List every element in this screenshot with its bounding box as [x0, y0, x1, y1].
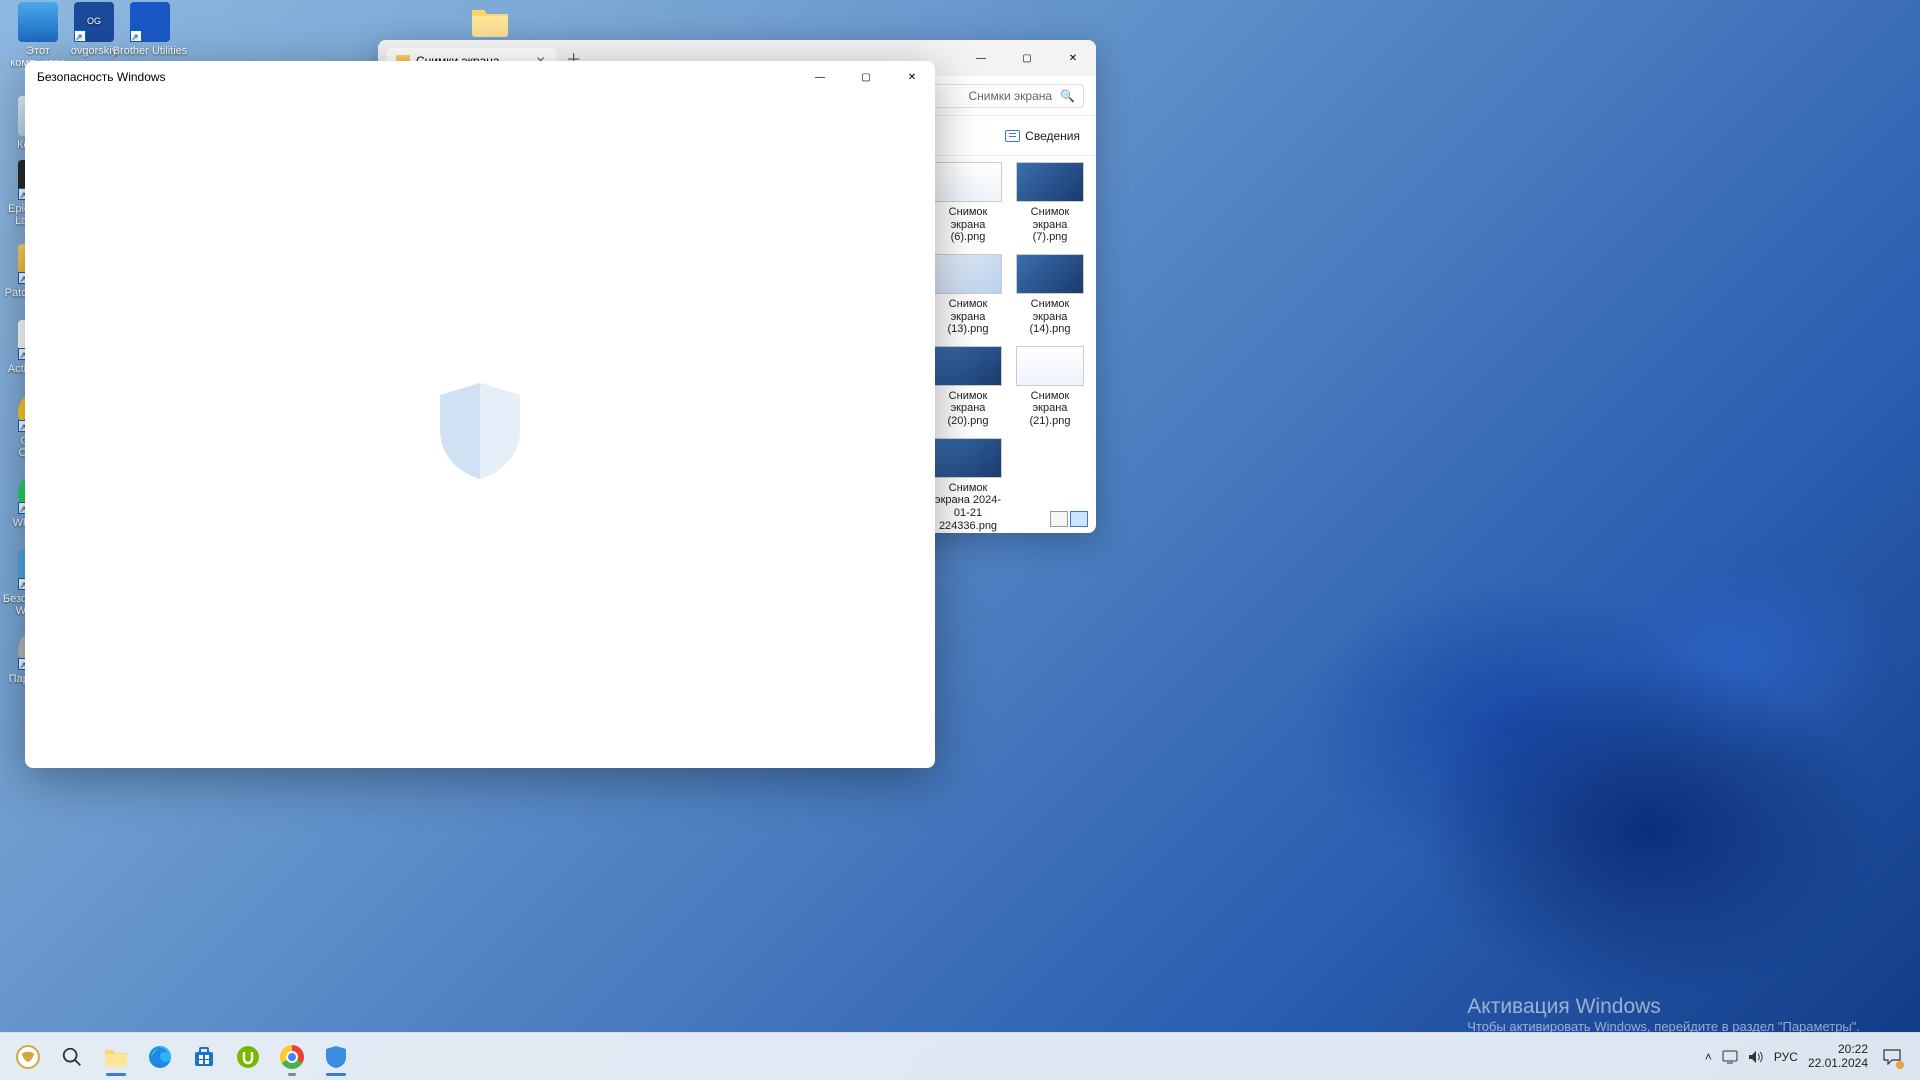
taskbar-edge[interactable] — [140, 1037, 180, 1077]
taskbar[interactable]: ˄ РУС 20:22 22.01.2024 — [0, 1032, 1920, 1080]
taskbar-file-explorer[interactable] — [96, 1037, 136, 1077]
file-item[interactable]: Снимок экрана (14).png — [1014, 254, 1086, 336]
desktop-open-folder[interactable] — [470, 4, 510, 38]
wsec-body — [25, 93, 935, 768]
file-name: Снимок экрана (20).png — [932, 390, 1004, 428]
label: ovgorskiy — [71, 45, 117, 57]
tray-chevron-icon[interactable]: ˄ — [1705, 1050, 1712, 1064]
taskbar-utorrent[interactable] — [228, 1037, 268, 1077]
start-button[interactable] — [8, 1037, 48, 1077]
activation-watermark: Активация Windows Чтобы активировать Win… — [1467, 995, 1860, 1034]
file-thumbnail — [934, 254, 1002, 294]
watermark-title: Активация Windows — [1467, 995, 1860, 1019]
tray-date: 22.01.2024 — [1808, 1057, 1868, 1071]
file-name: Снимок экрана (7).png — [1014, 206, 1086, 244]
desktop: Этот компьютер OG ovgorskiy Brother Util… — [0, 0, 1920, 1080]
search-placeholder: Снимки экрана — [968, 89, 1052, 103]
tray-monitor-icon[interactable] — [1722, 1050, 1738, 1064]
system-tray[interactable]: ˄ РУС 20:22 22.01.2024 — [1705, 1043, 1914, 1071]
file-thumbnail — [1016, 346, 1084, 386]
taskbar-store[interactable] — [184, 1037, 224, 1077]
wsec-minimize-button[interactable]: — — [797, 61, 843, 93]
file-item[interactable]: Снимок экрана (20).png — [932, 346, 1004, 428]
file-thumbnail — [934, 346, 1002, 386]
tray-language[interactable]: РУС — [1774, 1050, 1798, 1064]
tray-clock[interactable]: 20:22 22.01.2024 — [1808, 1043, 1868, 1071]
file-item[interactable]: Снимок экрана (13).png — [932, 254, 1004, 336]
desktop-icon-brother[interactable]: Brother Utilities — [112, 2, 188, 57]
view-thumbnails-button[interactable] — [1070, 511, 1088, 527]
file-item[interactable]: Снимок экрана (6).png — [932, 162, 1004, 244]
explorer-minimize-button[interactable]: — — [958, 42, 1004, 74]
tray-volume-icon[interactable] — [1748, 1050, 1764, 1064]
file-item[interactable]: Снимок экрана (7).png — [1014, 162, 1086, 244]
explorer-maximize-button[interactable]: ▢ — [1004, 42, 1050, 74]
file-item[interactable]: Снимок экрана 2024-01-21 224336.png — [932, 438, 1004, 533]
label: Brother Utilities — [113, 45, 188, 57]
file-thumbnail — [1016, 162, 1084, 202]
explorer-view-switch — [1050, 511, 1088, 527]
file-thumbnail — [934, 438, 1002, 478]
file-name: Снимок экрана (6).png — [932, 206, 1004, 244]
wsec-title: Безопасность Windows — [37, 70, 166, 84]
taskbar-chrome[interactable] — [272, 1037, 312, 1077]
shield-icon — [435, 381, 525, 481]
taskbar-search[interactable] — [52, 1037, 92, 1077]
details-label: Сведения — [1025, 129, 1080, 143]
wsec-maximize-button[interactable]: ▢ — [843, 61, 889, 93]
file-name: Снимок экрана (13).png — [932, 298, 1004, 336]
file-thumbnail — [1016, 254, 1084, 294]
details-pane-toggle[interactable]: Сведения — [1005, 129, 1080, 143]
file-name: Снимок экрана (21).png — [1014, 390, 1086, 428]
explorer-close-button[interactable]: ✕ — [1050, 42, 1096, 74]
wsec-close-button[interactable]: ✕ — [889, 61, 935, 93]
tray-notifications[interactable] — [1878, 1043, 1906, 1071]
file-name: Снимок экрана 2024-01-21 224336.png — [932, 482, 1004, 533]
file-name: Снимок экрана (14).png — [1014, 298, 1086, 336]
details-icon — [1005, 130, 1020, 142]
taskbar-windows-security[interactable] — [316, 1037, 356, 1077]
file-item[interactable]: Снимок экрана (21).png — [1014, 346, 1086, 428]
view-list-button[interactable] — [1050, 511, 1068, 527]
file-thumbnail — [934, 162, 1002, 202]
tray-time: 20:22 — [1808, 1043, 1868, 1057]
search-icon: 🔍 — [1060, 89, 1075, 103]
wsec-titlebar[interactable]: Безопасность Windows — ▢ ✕ — [25, 61, 935, 93]
windows-security-window[interactable]: Безопасность Windows — ▢ ✕ — [25, 61, 935, 768]
